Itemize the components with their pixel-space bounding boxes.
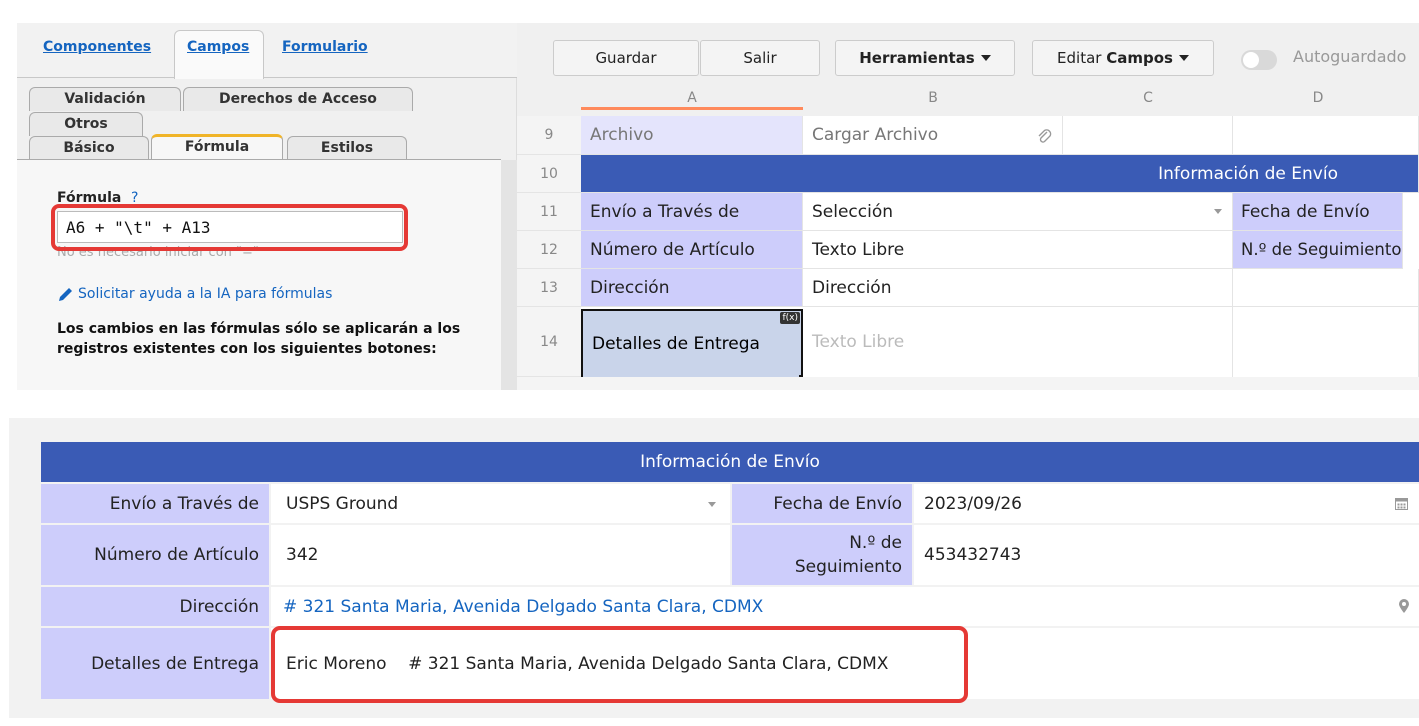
tab-campos[interactable]: Campos <box>187 39 249 55</box>
cell-b9-text: Cargar Archivo <box>812 125 939 145</box>
cell-b13[interactable]: Dirección <box>803 269 1233 307</box>
row-number[interactable]: 9 <box>517 116 581 155</box>
formula-editor-screenshot: Componentes Campos Formulario Validación… <box>17 23 1419 390</box>
grid-next-row <box>517 377 1419 390</box>
cell-b9[interactable]: Cargar Archivo <box>803 116 1063 155</box>
cell-d13[interactable] <box>1233 269 1419 307</box>
dropdown-arrow-icon <box>1214 209 1222 214</box>
tools-button-label: Herramientas <box>859 49 975 67</box>
calendar-icon <box>1395 498 1408 510</box>
pencil-icon <box>59 288 72 301</box>
column-header-b[interactable]: B <box>803 85 1063 111</box>
item-number-field[interactable]: 342 <box>271 525 730 585</box>
subtab-estilos[interactable]: Estilos <box>287 136 407 160</box>
cell-d11[interactable]: Fecha de Envío <box>1233 193 1403 231</box>
ship-via-value: USPS Ground <box>286 493 399 514</box>
tracking-label: N.º de Seguimiento <box>732 525 912 585</box>
cell-a11[interactable]: Envío a Través de <box>581 193 803 231</box>
cell-c9[interactable] <box>1063 116 1233 155</box>
cell-a12[interactable]: Número de Artículo <box>581 231 803 269</box>
row-number[interactable]: 13 <box>517 269 581 307</box>
tracking-label-line1: N.º de <box>849 533 902 553</box>
address-value: # 321 Santa Maria, Avenida Delgado Santa… <box>283 596 764 617</box>
properties-panel: Componentes Campos Formulario Validación… <box>17 23 517 390</box>
sheet-grid: 9 Archivo Cargar Archivo 10 Información … <box>517 116 1419 390</box>
autosave-label: Autoguardado <box>1293 47 1407 66</box>
form-preview-screenshot: Información de Envío Envío a Través de U… <box>9 418 1419 718</box>
panel-scrollbar[interactable] <box>501 160 517 390</box>
save-button[interactable]: Guardar <box>553 40 699 76</box>
address-label: Dirección <box>41 587 269 626</box>
subtab-formula[interactable]: Fórmula <box>151 134 283 160</box>
row-number[interactable]: 14 <box>517 307 581 377</box>
sheet-designer: Guardar Salir Herramientas Editar Campos… <box>517 23 1419 390</box>
cell-d14[interactable] <box>1233 307 1419 377</box>
ship-date-label: Fecha de Envío <box>732 484 912 523</box>
column-a-selected-indicator <box>581 107 803 110</box>
ship-date-value: 2023/09/26 <box>924 493 1022 514</box>
chevron-down-icon <box>980 55 991 61</box>
subtab-basico[interactable]: Básico <box>29 136 149 160</box>
subtab-otros[interactable]: Otros <box>29 112 143 136</box>
cell-a14-selected[interactable]: Detalles de Entrega f(x) <box>581 309 805 381</box>
subtab-derechos-acceso[interactable]: Derechos de Acceso <box>183 87 413 111</box>
shipping-section-header: Información de Envío <box>41 442 1419 482</box>
tab-componentes[interactable]: Componentes <box>43 39 151 55</box>
chevron-down-icon <box>1178 55 1189 61</box>
exit-button[interactable]: Salir <box>700 40 820 76</box>
cell-b12[interactable]: Texto Libre <box>803 231 1233 269</box>
item-number-label: Número de Artículo <box>41 525 269 585</box>
cell-d9[interactable] <box>1233 116 1419 155</box>
toggle-knob <box>1243 52 1259 68</box>
main-tabs: Componentes Campos Formulario <box>17 23 517 79</box>
ai-link-label: Solicitar ayuda a la IA para fórmulas <box>78 286 333 302</box>
save-button-label: Guardar <box>595 49 657 67</box>
formula-icon: f(x) <box>780 312 800 324</box>
edit-button-bold: Campos <box>1106 49 1173 67</box>
cell-d12[interactable]: N.º de Seguimiento <box>1233 231 1403 269</box>
row-number[interactable]: 10 <box>517 155 581 193</box>
subtab-validacion[interactable]: Validación <box>29 87 181 111</box>
autosave-toggle[interactable] <box>1241 50 1277 70</box>
ship-date-input[interactable]: 2023/09/26 <box>914 484 1419 523</box>
ship-via-select[interactable]: USPS Ground <box>271 484 730 523</box>
ai-formula-help-link[interactable]: Solicitar ayuda a la IA para fórmulas <box>57 285 332 303</box>
dropdown-arrow-icon <box>708 502 716 507</box>
formula-highlight-box <box>51 204 408 251</box>
tab-formulario[interactable]: Formulario <box>282 39 368 55</box>
column-header-d[interactable]: D <box>1233 85 1403 111</box>
exit-button-label: Salir <box>743 49 777 67</box>
cell-b11[interactable]: Selección <box>803 193 1233 231</box>
tracking-label-line2: Seguimiento <box>794 557 902 577</box>
cell-row10-header[interactable]: Información de Envío <box>581 155 1419 193</box>
row-number[interactable]: 11 <box>517 193 581 231</box>
delivery-highlight-box <box>271 626 968 703</box>
cell-a13[interactable]: Dirección <box>581 269 803 307</box>
edit-button-prefix: Editar <box>1057 49 1102 67</box>
ship-via-label: Envío a Través de <box>41 484 269 523</box>
cell-a9[interactable]: Archivo <box>581 116 803 155</box>
edit-fields-button[interactable]: Editar Campos <box>1032 40 1214 76</box>
tracking-number-field[interactable]: 453432743 <box>914 525 1419 585</box>
delivery-details-label: Detalles de Entrega <box>41 628 269 699</box>
address-link[interactable]: # 321 Santa Maria, Avenida Delgado Santa… <box>271 587 1419 626</box>
paperclip-icon <box>1038 129 1052 143</box>
cell-a14-text: Detalles de Entrega <box>592 334 760 354</box>
tools-button[interactable]: Herramientas <box>835 40 1015 76</box>
column-header-c[interactable]: C <box>1063 85 1233 111</box>
map-pin-icon <box>1399 599 1409 613</box>
cell-b14[interactable]: Texto Libre <box>803 307 1233 377</box>
row-number[interactable]: 12 <box>517 231 581 269</box>
cell-b11-text: Selección <box>812 201 894 222</box>
formula-note: Los cambios en las fórmulas sólo se apli… <box>57 321 461 357</box>
